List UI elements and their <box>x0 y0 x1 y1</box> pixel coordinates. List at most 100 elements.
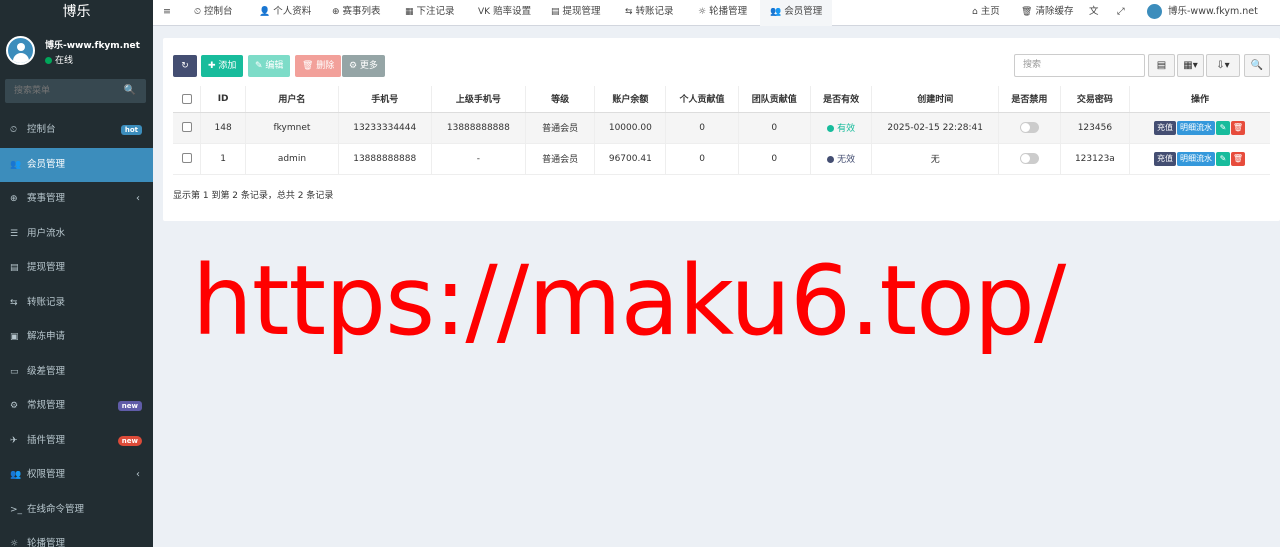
users-icon: 👥 <box>770 7 782 17</box>
tab-withdraw[interactable]: ▤ 提现管理 <box>551 0 601 26</box>
col-level[interactable]: 等级 <box>525 86 596 113</box>
globe-icon: ⊕ <box>332 7 340 17</box>
sidebar-item-online-command[interactable]: >_ 在线命令管理 <box>0 493 153 528</box>
col-created[interactable]: 创建时间 <box>871 86 999 113</box>
translate-icon[interactable]: 文 <box>1089 0 1099 26</box>
cell-disabled <box>998 112 1061 144</box>
tab-event-list[interactable]: ⊕ 赛事列表 <box>332 0 381 26</box>
tab-dashboard[interactable]: ⏲ 控制台 <box>194 0 233 26</box>
carousel-icon: ☼ <box>698 7 707 17</box>
chevron-left-icon: ‹ <box>136 469 140 480</box>
sidebar-item-general[interactable]: ⚙ 常规管理 new <box>0 389 153 424</box>
sidebar-menu: ⏲ 控制台 hot 👥 会员管理 ⊕ 赛事管理 ‹ ☰ 用户流水 ▤ 提现管理 ⇆ … <box>0 113 153 547</box>
row-edit-icon[interactable]: ✎ <box>1215 120 1230 135</box>
col-actions: 操作 <box>1129 86 1270 113</box>
user-menu[interactable]: 博乐-www.fkym.net <box>1147 0 1258 26</box>
search-icon[interactable]: 🔍 <box>124 85 136 96</box>
sidebar-item-transfer[interactable]: ⇆ 转账记录 <box>0 286 153 321</box>
disable-toggle[interactable] <box>1019 153 1039 164</box>
sidebar-item-permissions[interactable]: 👥 权限管理 ‹ <box>0 458 153 493</box>
row-checkbox[interactable] <box>173 143 201 175</box>
pagination-info: 显示第 1 到第 2 条记录，总共 2 条记录 <box>173 191 334 201</box>
tab-bet-records[interactable]: ▦ 下注记录 <box>405 0 455 26</box>
sidebar-item-withdraw[interactable]: ▤ 提现管理 <box>0 251 153 286</box>
carousel-icon: ☼ <box>10 539 19 547</box>
sidebar-item-level-diff[interactable]: ▭ 级差管理 <box>0 355 153 390</box>
refresh-button[interactable]: ↻ <box>173 55 197 77</box>
col-username[interactable]: 用户名 <box>245 86 339 113</box>
new-badge: new <box>117 401 142 411</box>
col-valid[interactable]: 是否有效 <box>810 86 873 113</box>
tab-carousel[interactable]: ☼ 轮播管理 <box>698 0 747 26</box>
view-toggle-button[interactable]: ▤ <box>1148 54 1175 77</box>
row-checkbox[interactable] <box>173 112 201 144</box>
clear-cache-link[interactable]: 🗑 清除缓存 <box>1021 0 1073 26</box>
chevron-left-icon: ‹ <box>136 193 140 204</box>
col-id[interactable]: ID <box>200 86 247 113</box>
table-header-row: ID 用户名 手机号 上级手机号 等级 账户余额 个人贡献值 团队贡献值 是否有… <box>173 86 1270 113</box>
tab-transfer[interactable]: ⇆ 转账记录 <box>625 0 674 26</box>
home-link[interactable]: ⌂ 主页 <box>972 0 1000 26</box>
sidebar-item-dashboard[interactable]: ⏲ 控制台 hot <box>0 113 153 148</box>
sidebar-item-carousel[interactable]: ☼ 轮播管理 <box>0 527 153 547</box>
col-team-contribution[interactable]: 团队贡献值 <box>738 86 811 113</box>
add-button[interactable]: ✚ 添加 <box>201 55 244 77</box>
sidebar-item-user-flow[interactable]: ☰ 用户流水 <box>0 217 153 252</box>
more-button[interactable]: ⚙ 更多 <box>342 55 385 77</box>
col-parent-phone[interactable]: 上级手机号 <box>431 86 526 113</box>
cell-actions: 充值 明细流水 ✎ 🗑 <box>1129 143 1270 175</box>
sidebar-item-members[interactable]: 👥 会员管理 <box>0 147 153 182</box>
col-trade-password[interactable]: 交易密码 <box>1060 86 1130 113</box>
export-button[interactable]: ⇩▾ <box>1206 54 1240 77</box>
user-panel: 博乐-www.fkym.net 在线 <box>0 25 153 75</box>
recharge-button[interactable]: 充值 <box>1153 151 1176 166</box>
table-search-input[interactable]: 搜索 <box>1014 54 1145 77</box>
row-delete-icon[interactable]: 🗑 <box>1230 151 1245 166</box>
recharge-button[interactable]: 充值 <box>1153 120 1176 135</box>
cell-team-contribution: 0 <box>738 112 811 144</box>
row-delete-icon[interactable]: 🗑 <box>1230 120 1245 135</box>
delete-button[interactable]: 🗑 删除 <box>295 55 342 77</box>
window-icon: ▭ <box>10 366 19 377</box>
exchange-icon: ⇆ <box>625 7 633 17</box>
col-personal-contribution[interactable]: 个人贡献值 <box>665 86 739 113</box>
cell-username: fkymnet <box>245 112 339 144</box>
cell-actions: 充值 明细流水 ✎ 🗑 <box>1129 112 1270 144</box>
avatar <box>6 36 35 65</box>
watermark-text: https://maku6.top/ <box>192 245 1066 357</box>
table-icon: ▤ <box>10 263 19 273</box>
tab-members[interactable]: 👥 会员管理 <box>760 0 833 26</box>
detail-flow-button[interactable]: 明细流水 <box>1176 151 1215 166</box>
edit-button[interactable]: ✎ 编辑 <box>248 55 291 77</box>
rocket-icon: ✈ <box>10 435 18 446</box>
sidebar-item-plugins[interactable]: ✈ 插件管理 new <box>0 424 153 459</box>
table-row: 148 fkymnet 13233334444 13888888888 普通会员… <box>173 112 1270 144</box>
col-balance[interactable]: 账户余额 <box>594 86 667 113</box>
cell-phone: 13888888888 <box>338 143 432 175</box>
tab-odds-settings[interactable]: VK 赔率设置 <box>478 0 531 26</box>
cell-parent-phone: - <box>431 143 526 175</box>
search-button[interactable]: 🔍 <box>1244 54 1270 77</box>
brand-logo[interactable]: 博乐 <box>0 0 153 25</box>
cell-valid: 无效 <box>810 143 873 175</box>
table-icon: ▤ <box>551 7 560 17</box>
fullscreen-icon[interactable]: ⤢ <box>1117 0 1125 26</box>
columns-button[interactable]: ▦▾ <box>1177 54 1204 77</box>
sidebar-toggle-icon[interactable]: ≡ <box>163 0 171 26</box>
select-all-checkbox[interactable] <box>173 86 201 113</box>
sidebar-item-unfreeze[interactable]: ▣ 解冻申请 <box>0 320 153 355</box>
online-dot-icon <box>45 57 52 64</box>
cell-personal-contribution: 0 <box>665 143 739 175</box>
member-table: ID 用户名 手机号 上级手机号 等级 账户余额 个人贡献值 团队贡献值 是否有… <box>173 86 1270 175</box>
user-status: 在线 <box>45 53 73 66</box>
dashboard-icon: ⏲ <box>194 7 202 17</box>
disable-toggle[interactable] <box>1019 122 1039 133</box>
sidebar-item-events[interactable]: ⊕ 赛事管理 ‹ <box>0 182 153 217</box>
menu-search-input[interactable] <box>5 79 123 103</box>
tab-profile[interactable]: 👤 个人资料 <box>259 0 311 26</box>
col-phone[interactable]: 手机号 <box>338 86 432 113</box>
row-edit-icon[interactable]: ✎ <box>1215 151 1230 166</box>
detail-flow-button[interactable]: 明细流水 <box>1176 120 1215 135</box>
cell-phone: 13233334444 <box>338 112 432 144</box>
col-disabled[interactable]: 是否禁用 <box>998 86 1061 113</box>
